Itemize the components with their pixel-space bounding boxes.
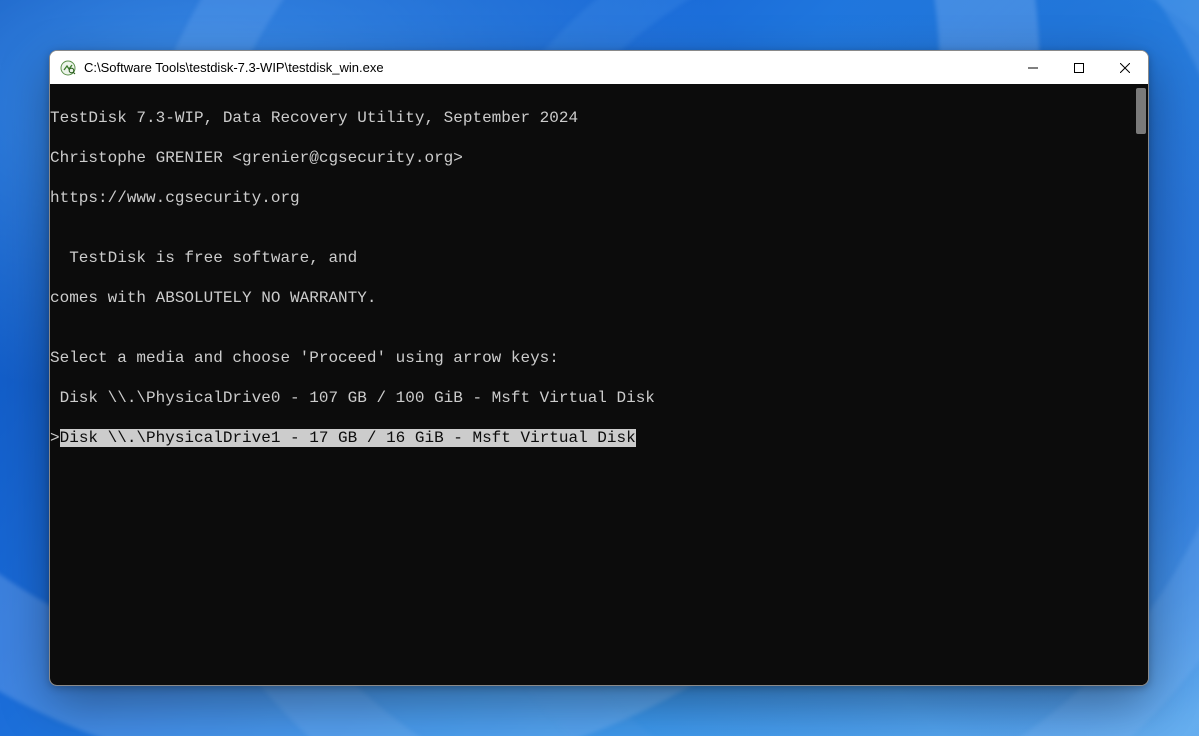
client-area: TestDisk 7.3-WIP, Data Recovery Utility,… (50, 84, 1148, 685)
url-line: https://www.cgsecurity.org (50, 188, 1134, 208)
free-line-2: comes with ABSOLUTELY NO WARRANTY. (50, 288, 1134, 308)
selection-marker: > (50, 429, 60, 447)
app-window: C:\Software Tools\testdisk-7.3-WIP\testd… (49, 50, 1149, 686)
window-controls (1010, 51, 1148, 84)
disk1-item[interactable]: >Disk \\.\PhysicalDrive1 - 17 GB / 16 Gi… (50, 428, 1134, 448)
terminal[interactable]: TestDisk 7.3-WIP, Data Recovery Utility,… (50, 84, 1134, 685)
close-button[interactable] (1102, 51, 1148, 84)
vertical-scrollbar[interactable] (1134, 84, 1148, 685)
select-prompt: Select a media and choose 'Proceed' usin… (50, 348, 1134, 368)
app-icon (60, 60, 76, 76)
window-title: C:\Software Tools\testdisk-7.3-WIP\testd… (84, 60, 1010, 75)
author-line: Christophe GRENIER <grenier@cgsecurity.o… (50, 148, 1134, 168)
header-line: TestDisk 7.3-WIP, Data Recovery Utility,… (50, 108, 1134, 128)
free-line-1: TestDisk is free software, and (50, 248, 1134, 268)
titlebar[interactable]: C:\Software Tools\testdisk-7.3-WIP\testd… (50, 51, 1148, 84)
maximize-button[interactable] (1056, 51, 1102, 84)
minimize-button[interactable] (1010, 51, 1056, 84)
disk0-item[interactable]: Disk \\.\PhysicalDrive0 - 107 GB / 100 G… (50, 388, 1134, 408)
scrollbar-thumb[interactable] (1136, 88, 1146, 134)
disk1-selected-text: Disk \\.\PhysicalDrive1 - 17 GB / 16 GiB… (60, 429, 636, 447)
